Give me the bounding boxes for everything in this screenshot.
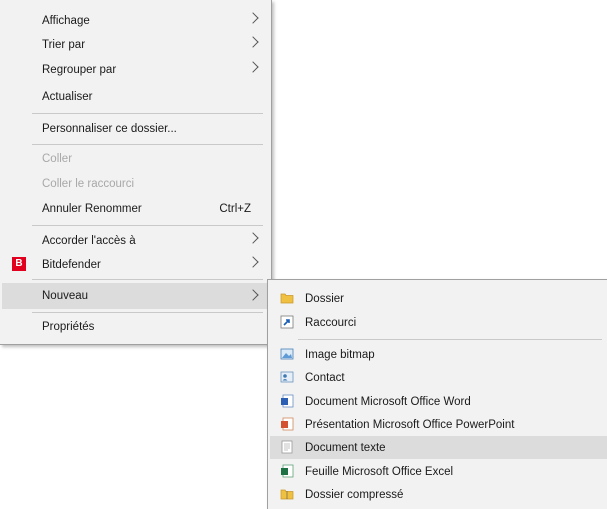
menu-item-label: Regrouper par	[42, 63, 117, 76]
submenu-item-word[interactable]: Document Microsoft Office Word	[270, 390, 607, 413]
excel-icon	[281, 464, 294, 478]
menu-separator	[32, 144, 263, 145]
bitdefender-icon: B	[12, 257, 26, 271]
menu-item-coller: Coller	[2, 147, 269, 170]
submenu-item-raccourci[interactable]: Raccourci	[270, 311, 607, 334]
submenu-item-label: Raccourci	[305, 316, 357, 329]
contact-icon	[280, 371, 294, 383]
submenu-item-label: Document Microsoft Office Word	[305, 395, 471, 408]
menu-item-label: Annuler Renommer	[42, 202, 142, 215]
submenu-item-label: Contact	[305, 371, 345, 384]
menu-item-proprietes[interactable]: Propriétés	[2, 315, 269, 338]
submenu-item-image-bitmap[interactable]: Image bitmap	[270, 343, 607, 366]
chevron-right-icon	[247, 12, 259, 24]
folder-icon	[280, 293, 294, 304]
menu-item-label: Propriétés	[42, 320, 95, 333]
shortcut-icon	[280, 315, 294, 329]
menu-item-coller-raccourci: Coller le raccourci	[2, 172, 269, 195]
menu-item-personnaliser[interactable]: Personnaliser ce dossier...	[2, 117, 269, 140]
menu-separator	[32, 113, 263, 114]
menu-item-regrouper-par[interactable]: Regrouper par	[2, 58, 269, 81]
menu-item-label: Personnaliser ce dossier...	[42, 122, 177, 135]
menu-item-label: Coller	[42, 152, 73, 165]
submenu-item-contact[interactable]: Contact	[270, 366, 607, 389]
bitmap-icon	[280, 348, 294, 360]
submenu-item-dossier-compresse[interactable]: Dossier compressé	[270, 483, 607, 506]
chevron-right-icon	[247, 36, 259, 48]
submenu-item-label: Feuille Microsoft Office Excel	[305, 465, 454, 478]
menu-item-label: Nouveau	[42, 290, 89, 302]
chevron-right-icon	[247, 289, 259, 301]
menu-item-bitdefender[interactable]: B Bitdefender	[2, 253, 269, 276]
submenu-item-label: Image bitmap	[305, 348, 375, 361]
submenu-item-label: Présentation Microsoft Office PowerPoint	[305, 418, 515, 431]
submenu-item-dossier[interactable]: Dossier	[270, 287, 607, 310]
menu-item-accorder-acces[interactable]: Accorder l'accès à	[2, 229, 269, 252]
menu-item-label: Accorder l'accès à	[42, 234, 136, 247]
submenu-item-label: Dossier compressé	[305, 488, 404, 501]
shortcut-label: Ctrl+Z	[219, 202, 251, 215]
submenu-item-label: Dossier	[305, 292, 344, 305]
menu-item-label: Actualiser	[42, 90, 93, 103]
text-document-icon	[281, 440, 293, 454]
submenu-nouveau: Dossier Raccourci Image bitmap Contact D…	[267, 279, 607, 509]
submenu-item-powerpoint[interactable]: Présentation Microsoft Office PowerPoint	[270, 413, 607, 436]
menu-item-actualiser[interactable]: Actualiser	[2, 85, 269, 108]
submenu-separator	[298, 339, 602, 340]
zip-folder-icon	[280, 489, 294, 500]
context-menu: Affichage Trier par Regrouper par Actual…	[0, 0, 272, 345]
menu-separator	[32, 279, 263, 280]
menu-separator	[32, 225, 263, 226]
submenu-item-label: Document texte	[305, 441, 386, 454]
menu-item-label: Trier par	[42, 38, 86, 51]
chevron-right-icon	[247, 61, 259, 73]
powerpoint-icon	[281, 417, 294, 431]
menu-item-annuler-renommer[interactable]: Annuler Renommer Ctrl+Z	[2, 197, 269, 220]
menu-separator	[32, 312, 263, 313]
chevron-right-icon	[247, 256, 259, 268]
submenu-item-document-texte[interactable]: Document texte	[270, 436, 607, 459]
menu-item-label: Affichage	[42, 14, 90, 27]
menu-item-trier-par[interactable]: Trier par	[2, 33, 269, 56]
menu-item-affichage[interactable]: Affichage	[2, 9, 269, 32]
submenu-item-excel[interactable]: Feuille Microsoft Office Excel	[270, 460, 607, 483]
menu-item-nouveau[interactable]: Nouveau	[2, 283, 269, 309]
word-icon	[281, 394, 294, 408]
menu-item-label: Coller le raccourci	[42, 177, 135, 190]
chevron-right-icon	[247, 232, 259, 244]
menu-item-label: Bitdefender	[42, 258, 101, 271]
